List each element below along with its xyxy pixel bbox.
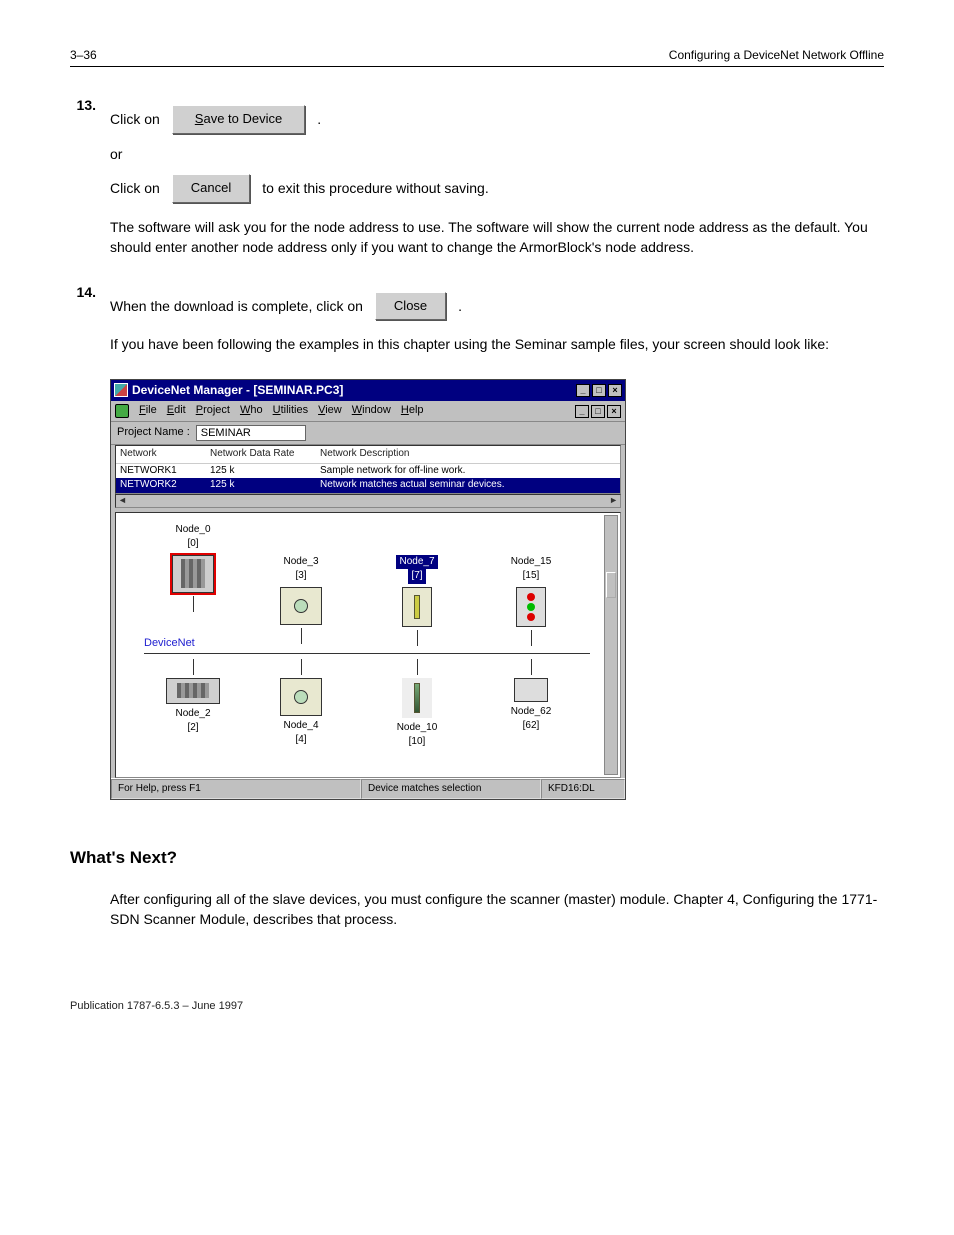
network-canvas[interactable]: DeviceNet Node_0 [0] Node_3 [3] [115,512,621,778]
vscroll-canvas[interactable] [604,515,618,775]
col-rate: Network Data Rate [210,447,320,462]
window-title: DeviceNet Manager - [SEMINAR.PC3] [132,382,572,399]
project-row: Project Name : [111,422,625,445]
node-4[interactable]: Node_4 [4] [258,659,344,748]
menu-utilities[interactable]: Utilities [273,403,308,419]
step-13-explain: The software will ask you for the node a… [110,217,884,258]
page-number: 3–36 [70,48,97,62]
step-13-tail: . [317,109,321,129]
node-0[interactable]: Node_0 [0] [150,523,236,612]
bus-label: DeviceNet [144,636,195,652]
close-button[interactable]: Close [375,292,446,321]
mdi-maximize-button[interactable]: □ [591,405,605,418]
scanner-icon [172,555,214,593]
menu-view[interactable]: View [318,403,342,419]
running-head: Configuring a DeviceNet Network Offline [669,48,884,62]
step-13-or: or [110,144,884,164]
status-match: Device matches selection [361,779,541,800]
step-14: 14. When the download is complete, click… [70,282,884,369]
status-bar: For Help, press F1 Device matches select… [111,778,625,800]
step-13: 13. Click on Save to Device . or Click o… [70,95,884,272]
interface-icon [514,678,548,702]
project-name-label: Project Name : [117,425,190,441]
mdi-close-button[interactable]: × [607,405,621,418]
project-name-input[interactable] [196,425,306,441]
node-10[interactable]: Node_10 [10] [374,659,460,750]
step-13-num: 13. [70,95,96,272]
header-rule [70,66,884,67]
node-62[interactable]: Node_62 [62] [488,659,574,734]
step-13b-tail: to exit this procedure without saving. [262,178,488,198]
close-window-button[interactable]: × [608,384,622,397]
drive-icon [280,587,322,625]
mdi-icon [115,404,129,418]
step-14-note: If you have been following the examples … [110,334,884,354]
network-list: Network Network Data Rate Network Descri… [115,445,621,494]
menu-file[interactable]: File [139,403,157,419]
drive2-icon [280,678,322,716]
armorblock-icon [402,587,432,627]
whats-next-heading: What's Next? [70,846,884,871]
hscroll-network-list[interactable]: ◄► [115,494,621,508]
step-14-num: 14. [70,282,96,369]
step-13-lead: Click on [110,109,160,129]
devicenet-manager-window: DeviceNet Manager - [SEMINAR.PC3] _ □ × … [110,379,626,800]
save-to-device-button[interactable]: Save to Device [172,105,305,134]
network-row-1[interactable]: NETWORK1 125 k Sample network for off-li… [116,464,620,479]
mdi-minimize-button[interactable]: _ [575,405,589,418]
col-desc: Network Description [320,447,616,462]
menu-edit[interactable]: Edit [167,403,186,419]
col-network: Network [120,447,210,462]
node-3[interactable]: Node_3 [3] [258,555,344,644]
menubar: File Edit Project Who Utilities View Win… [111,401,625,422]
status-help: For Help, press F1 [111,779,361,800]
cancel-button[interactable]: Cancel [172,174,250,203]
bus-line [144,653,590,654]
titlebar: DeviceNet Manager - [SEMINAR.PC3] _ □ × [111,380,625,401]
menu-window[interactable]: Window [352,403,391,419]
node-7[interactable]: Node_7 [7] [374,555,460,646]
app-icon [114,383,128,397]
step-14-tail: . [458,296,462,316]
tower-icon [516,587,546,627]
minimize-button[interactable]: _ [576,384,590,397]
menu-project[interactable]: Project [196,403,230,419]
menu-who[interactable]: Who [240,403,263,419]
maximize-button[interactable]: □ [592,384,606,397]
footer-pub: Publication 1787-6.5.3 – June 1997 [70,999,884,1015]
status-driver: KFD16:DL [541,779,625,800]
whats-next-body: After configuring all of the slave devic… [110,889,884,930]
flexio-icon [166,678,220,704]
node-15[interactable]: Node_15 [15] [488,555,574,646]
step-14-lead: When the download is complete, click on [110,296,363,316]
photoeye-icon [402,678,432,718]
menu-help[interactable]: Help [401,403,424,419]
node-2[interactable]: Node_2 [2] [150,659,236,736]
step-13b-lead: Click on [110,178,160,198]
network-row-2[interactable]: NETWORK2 125 k Network matches actual se… [116,478,620,493]
